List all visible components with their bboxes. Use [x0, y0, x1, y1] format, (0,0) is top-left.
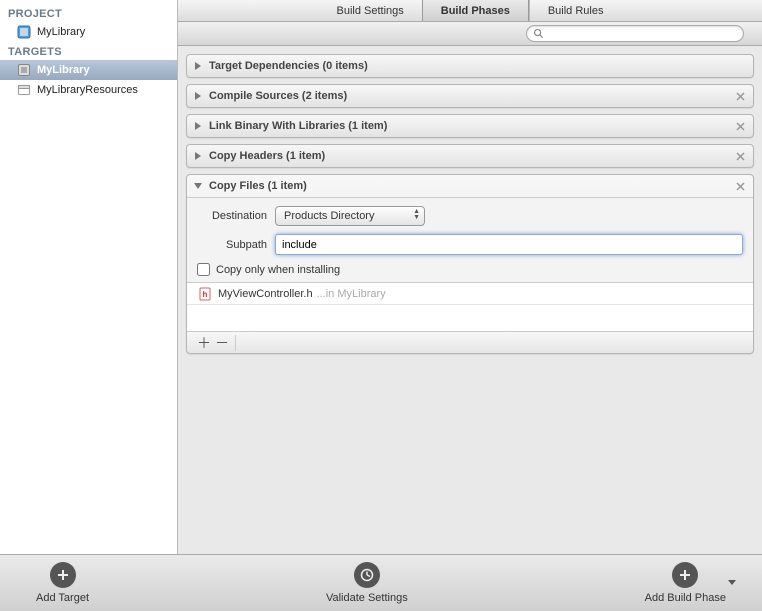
phase-target-dependencies[interactable]: Target Dependencies (0 items) [186, 54, 754, 78]
add-remove-bar: ＋ － [187, 331, 753, 353]
disclosure-right-icon[interactable] [193, 121, 203, 131]
plus-circle-icon [50, 562, 76, 588]
tab-bar: Build Settings Build Phases Build Rules [178, 0, 762, 22]
build-phases-list: Target Dependencies (0 items) Compile So… [178, 46, 762, 354]
phase-compile-sources[interactable]: Compile Sources (2 items) [186, 84, 754, 108]
subpath-input[interactable] [275, 234, 743, 255]
select-arrows-icon: ▲▼ [413, 209, 420, 221]
phase-title: Compile Sources (2 items) [209, 90, 347, 102]
add-file-button[interactable]: ＋ [195, 335, 213, 351]
remove-phase-icon[interactable] [733, 149, 747, 163]
validate-settings-button[interactable]: Validate Settings [326, 562, 408, 604]
disclosure-right-icon[interactable] [193, 91, 203, 101]
copy-files-list: h MyViewController.h ...in MyLibrary [187, 282, 753, 331]
file-list-empty-area [187, 305, 753, 331]
add-build-phase-label: Add Build Phase [645, 592, 726, 604]
search-field[interactable] [526, 25, 744, 42]
target-item-label: MyLibrary [37, 64, 90, 76]
phase-title: Copy Headers (1 item) [209, 150, 325, 162]
tab-build-settings[interactable]: Build Settings [319, 0, 422, 21]
plus-circle-icon [672, 562, 698, 588]
targets-section-header: TARGETS [0, 42, 177, 60]
target-item-mylibrary[interactable]: MyLibrary [0, 60, 177, 80]
phase-copy-files-header[interactable]: Copy Files (1 item) [187, 175, 753, 197]
framework-target-icon [16, 62, 32, 78]
file-name: MyViewController.h [218, 288, 313, 300]
target-item-label: MyLibraryResources [37, 84, 138, 96]
phase-copy-headers[interactable]: Copy Headers (1 item) [186, 144, 754, 168]
remove-phase-icon[interactable] [733, 89, 747, 103]
divider [235, 335, 236, 351]
phase-title: Link Binary With Libraries (1 item) [209, 120, 387, 132]
header-file-icon: h [197, 286, 213, 302]
phase-title: Target Dependencies (0 items) [209, 60, 368, 72]
search-icon [533, 28, 544, 39]
svg-text:h: h [203, 290, 208, 299]
bundle-target-icon [16, 82, 32, 98]
subpath-label: Subpath [197, 239, 267, 251]
destination-value: Products Directory [284, 210, 374, 222]
search-bar [178, 22, 762, 46]
target-item-mylibraryresources[interactable]: MyLibraryResources [0, 80, 177, 100]
phase-title: Copy Files (1 item) [209, 180, 307, 192]
project-item[interactable]: MyLibrary [0, 22, 177, 42]
remove-phase-icon[interactable] [733, 179, 747, 193]
file-location: ...in MyLibrary [317, 288, 386, 300]
file-row[interactable]: h MyViewController.h ...in MyLibrary [187, 283, 753, 305]
add-build-phase-button[interactable]: Add Build Phase [645, 562, 726, 604]
destination-label: Destination [197, 210, 267, 222]
sidebar: PROJECT MyLibrary TARGETS MyLibrary MyLi… [0, 0, 178, 554]
phase-link-binary[interactable]: Link Binary With Libraries (1 item) [186, 114, 754, 138]
copy-only-label: Copy only when installing [216, 264, 340, 276]
project-item-label: MyLibrary [37, 26, 85, 38]
tab-build-phases[interactable]: Build Phases [422, 0, 529, 21]
content-area: Build Settings Build Phases Build Rules … [178, 0, 762, 554]
destination-select[interactable]: Products Directory ▲▼ [275, 206, 425, 226]
remove-file-button[interactable]: － [213, 335, 231, 351]
footer-bar: Add Target Validate Settings Add Build P… [0, 555, 762, 611]
phase-copy-files: Copy Files (1 item) Destination Products… [186, 174, 754, 354]
clock-circle-icon [354, 562, 380, 588]
search-input[interactable] [547, 28, 737, 40]
add-target-label: Add Target [36, 592, 89, 604]
project-section-header: PROJECT [0, 4, 177, 22]
disclosure-right-icon[interactable] [193, 151, 203, 161]
add-target-button[interactable]: Add Target [36, 562, 89, 604]
validate-settings-label: Validate Settings [326, 592, 408, 604]
disclosure-down-icon[interactable] [193, 181, 203, 191]
xcode-project-icon [16, 24, 32, 40]
disclosure-right-icon[interactable] [193, 61, 203, 71]
tab-build-rules[interactable]: Build Rules [529, 0, 622, 21]
remove-phase-icon[interactable] [733, 119, 747, 133]
copy-only-checkbox[interactable] [197, 263, 210, 276]
